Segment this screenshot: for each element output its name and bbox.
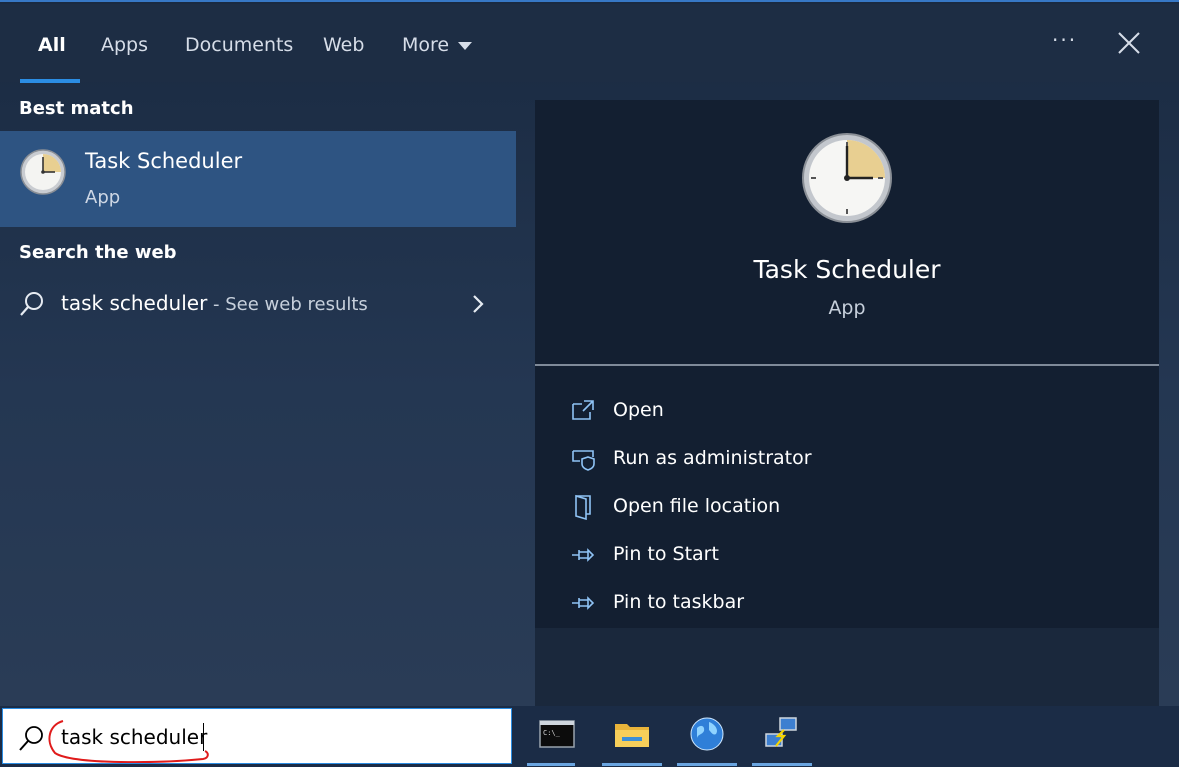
open-file-location-label: Open file location: [613, 495, 781, 517]
web-search-hint: - See web results: [207, 294, 368, 315]
tab-documents[interactable]: Documents: [185, 34, 293, 56]
text-cursor: [203, 723, 204, 751]
tab-more[interactable]: More: [402, 34, 449, 56]
app-detail-pane: Task Scheduler App Open Run as administr…: [535, 100, 1159, 708]
open-icon: [572, 400, 594, 420]
search-web-heading: Search the web: [19, 242, 177, 263]
command-prompt-icon[interactable]: C:\_: [537, 714, 577, 754]
search-input[interactable]: task scheduler: [2, 708, 512, 764]
running-indicator: [677, 763, 737, 766]
search-input-value: task scheduler: [61, 725, 208, 749]
pin-to-start-action[interactable]: Pin to Start: [570, 542, 1130, 572]
tab-all[interactable]: All: [38, 34, 66, 56]
open-label: Open: [613, 399, 664, 421]
search-flyout: All Apps Documents Web More ··· Best mat…: [0, 0, 1179, 708]
running-indicator: [752, 763, 812, 766]
taskbar: task scheduler C:\_: [0, 706, 1179, 767]
filter-tab-bar: All Apps Documents Web More ···: [0, 4, 1179, 83]
best-match-heading: Best match: [19, 98, 134, 119]
running-indicator: [602, 763, 662, 766]
detail-footer-area: [535, 628, 1159, 708]
divider: [535, 364, 1159, 366]
run-as-admin-action[interactable]: Run as administrator: [570, 446, 1130, 476]
run-as-admin-label: Run as administrator: [613, 447, 812, 469]
chevron-down-icon[interactable]: [458, 42, 472, 50]
web-search-term: task scheduler: [61, 291, 208, 315]
tab-web[interactable]: Web: [323, 34, 364, 56]
detail-subtitle: App: [828, 297, 866, 319]
network-icon[interactable]: [762, 714, 802, 754]
internet-globe-icon[interactable]: [687, 714, 727, 754]
clock-icon: [802, 133, 892, 223]
svg-text:C:\_: C:\_: [543, 729, 561, 737]
tab-apps[interactable]: Apps: [101, 34, 148, 56]
shield-icon: [572, 450, 595, 471]
open-action[interactable]: Open: [570, 398, 1130, 428]
open-file-location-action[interactable]: Open file location: [570, 494, 1130, 524]
best-match-title: Task Scheduler: [85, 149, 243, 173]
search-icon: [19, 726, 43, 751]
clock-icon: [20, 149, 66, 195]
web-search-result[interactable]: task scheduler - See web results: [0, 281, 516, 327]
pin-to-taskbar-label: Pin to taskbar: [613, 591, 745, 613]
ellipsis-icon[interactable]: ···: [1052, 28, 1077, 52]
results-list: Best match Task Scheduler App Search the…: [0, 82, 516, 708]
folder-location-icon: [575, 494, 591, 520]
detail-title: Task Scheduler: [753, 255, 941, 284]
pin-to-start-label: Pin to Start: [613, 543, 719, 565]
pin-icon: [572, 596, 595, 610]
running-indicator: [527, 763, 575, 766]
close-icon[interactable]: [1116, 30, 1142, 56]
best-match-subtitle: App: [85, 187, 121, 208]
search-icon: [20, 292, 43, 316]
best-match-result[interactable]: Task Scheduler App: [0, 131, 516, 227]
pin-icon: [572, 548, 595, 562]
file-explorer-icon[interactable]: [612, 714, 652, 754]
pin-to-taskbar-action[interactable]: Pin to taskbar: [570, 590, 1130, 620]
chevron-right-icon[interactable]: [470, 293, 486, 315]
